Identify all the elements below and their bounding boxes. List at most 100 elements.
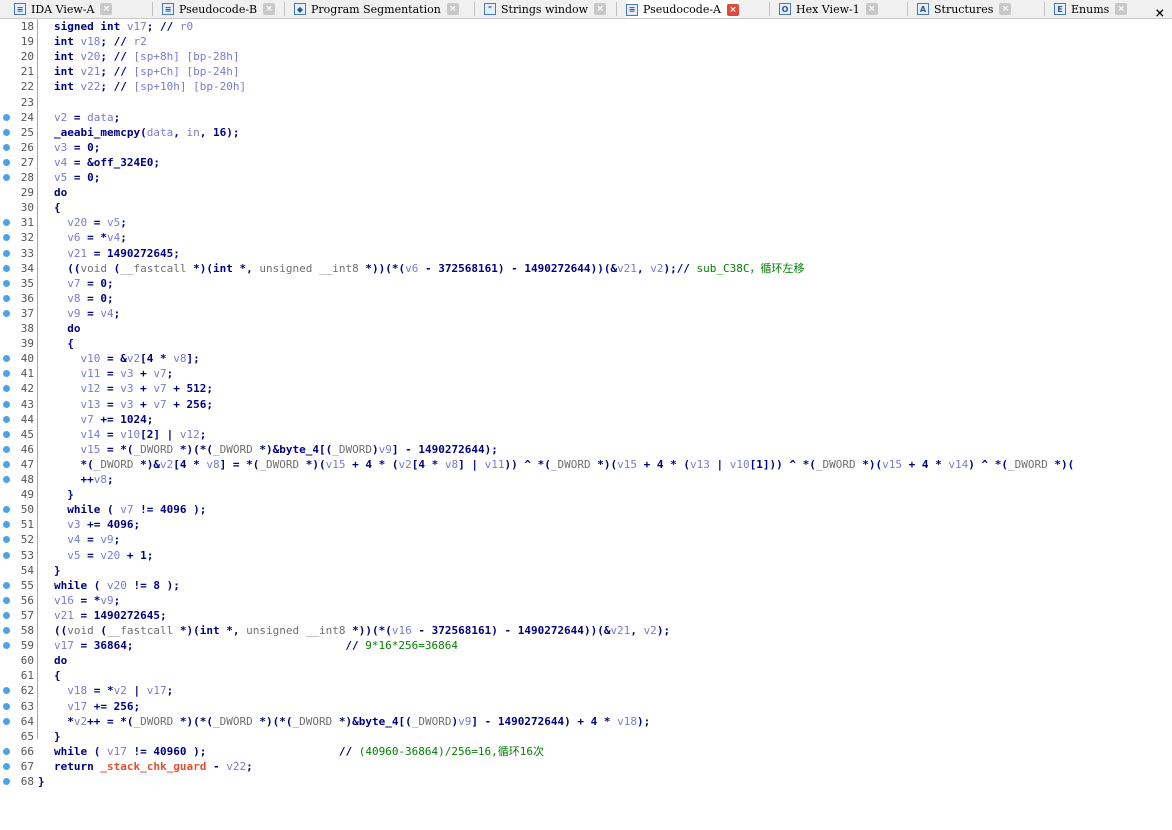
- pseudocode-view[interactable]: 18 signed int v17; // r0 19 int v18; // r2 2…: [0, 19, 1172, 830]
- close-icon[interactable]: ×: [1115, 3, 1128, 15]
- code-line[interactable]: 23: [0, 95, 1172, 110]
- tab-hex-view-1[interactable]: O Hex View-1 ×: [779, 0, 878, 18]
- tab-ida-view-a[interactable]: ≡ IDA View-A ×: [14, 0, 113, 18]
- code-line[interactable]: 48 ++v8;: [0, 472, 1172, 487]
- code-line[interactable]: 55 while ( v20 != 8 );: [0, 578, 1172, 593]
- code-line[interactable]: 26 v3 = 0;: [0, 140, 1172, 155]
- breakpoint-marker-icon[interactable]: [3, 400, 10, 408]
- code-line[interactable]: 46 v15 = *(_DWORD *)(*(_DWORD *)&byte_4[…: [0, 442, 1172, 457]
- code-line[interactable]: 45 v14 = v10[2] | v12;: [0, 427, 1172, 442]
- code-line[interactable]: 34 ((void (__fastcall *)(int *, unsigned…: [0, 261, 1172, 276]
- close-icon[interactable]: ×: [865, 3, 878, 15]
- breakpoint-marker-icon[interactable]: [3, 596, 10, 604]
- breakpoint-marker-icon[interactable]: [3, 687, 10, 695]
- breakpoint-marker-icon[interactable]: [3, 747, 10, 755]
- code-line[interactable]: 61 {: [0, 668, 1172, 683]
- code-line[interactable]: 29 do: [0, 185, 1172, 200]
- breakpoint-marker-icon[interactable]: [3, 234, 10, 242]
- code-line[interactable]: 54}: [0, 563, 1172, 578]
- breakpoint-marker-icon[interactable]: [3, 174, 10, 181]
- code-line[interactable]: 18 signed int v17; // r0: [0, 19, 1172, 34]
- code-line[interactable]: 35 v7 = 0;: [0, 276, 1172, 291]
- code-line[interactable]: 28 v5 = 0;: [0, 170, 1172, 185]
- breakpoint-marker-icon[interactable]: [3, 415, 10, 423]
- tab-program-segmentation[interactable]: ◆ Program Segmentation ×: [294, 0, 459, 18]
- code-line[interactable]: 62 v18 = *v2 | v17;: [0, 683, 1172, 698]
- code-line[interactable]: 63 v17 += 256;: [0, 699, 1172, 714]
- code-line[interactable]: 44 v7 += 1024;: [0, 412, 1172, 427]
- breakpoint-marker-icon[interactable]: [3, 294, 10, 302]
- code-line[interactable]: 27 v4 = &off_324E0;: [0, 155, 1172, 170]
- breakpoint-marker-icon[interactable]: [3, 113, 10, 121]
- breakpoint-marker-icon[interactable]: [3, 128, 10, 136]
- code-line[interactable]: 24 v2 = data;: [0, 110, 1172, 125]
- breakpoint-marker-icon[interactable]: [3, 536, 10, 544]
- code-line[interactable]: 19 int v18; // r2: [0, 34, 1172, 49]
- code-line[interactable]: 20 int v20; // [sp+8h] [bp-28h]: [0, 49, 1172, 64]
- code-line[interactable]: 65}: [0, 729, 1172, 744]
- code-line[interactable]: 33 v21 = 1490272645;: [0, 246, 1172, 261]
- breakpoint-marker-icon[interactable]: [3, 551, 10, 559]
- breakpoint-marker-icon[interactable]: [3, 143, 10, 151]
- code-line[interactable]: 68}: [0, 774, 1172, 789]
- code-line[interactable]: 50 while ( v7 != 4096 );: [0, 502, 1172, 517]
- breakpoint-marker-icon[interactable]: [3, 158, 10, 166]
- breakpoint-marker-icon[interactable]: [3, 264, 10, 272]
- code-line[interactable]: 66 while ( v17 != 40960 ); // (40960-3686…: [0, 744, 1172, 759]
- code-line[interactable]: 56 v16 = *v9;: [0, 593, 1172, 608]
- code-line[interactable]: 51 v3 += 4096;: [0, 517, 1172, 532]
- breakpoint-marker-icon[interactable]: [3, 445, 10, 453]
- close-icon[interactable]: ×: [999, 3, 1012, 15]
- breakpoint-marker-icon[interactable]: [3, 506, 10, 514]
- code-line[interactable]: 42 v12 = v3 + v7 + 512;: [0, 381, 1172, 396]
- tab-pseudocode-a[interactable]: ≡ Pseudocode-A ×: [626, 0, 740, 18]
- breakpoint-marker-icon[interactable]: [3, 385, 10, 393]
- close-icon[interactable]: ×: [100, 3, 113, 15]
- code-line[interactable]: 41 v11 = v3 + v7;: [0, 366, 1172, 381]
- code-line[interactable]: 21 int v21; // [sp+Ch] [bp-24h]: [0, 64, 1172, 79]
- breakpoint-marker-icon[interactable]: [3, 581, 10, 589]
- breakpoint-marker-icon[interactable]: [3, 460, 10, 468]
- code-line[interactable]: 38 do: [0, 321, 1172, 336]
- breakpoint-marker-icon[interactable]: [3, 778, 10, 785]
- code-line[interactable]: 37 v9 = v4;: [0, 306, 1172, 321]
- breakpoint-marker-icon[interactable]: [3, 611, 10, 619]
- code-line[interactable]: 43 v13 = v3 + v7 + 256;: [0, 397, 1172, 412]
- tab-enums[interactable]: E Enums ×: [1054, 0, 1128, 18]
- code-line[interactable]: 30 {: [0, 200, 1172, 215]
- code-line[interactable]: 36 v8 = 0;: [0, 291, 1172, 306]
- breakpoint-marker-icon[interactable]: [3, 249, 10, 257]
- tab-strings-window[interactable]: " Strings window ×: [484, 0, 607, 18]
- breakpoint-marker-icon[interactable]: [3, 355, 10, 363]
- breakpoint-marker-icon[interactable]: [3, 476, 10, 483]
- code-line[interactable]: 25 _aeabi_memcpy(data, in, 16);: [0, 125, 1172, 140]
- close-icon[interactable]: ×: [446, 3, 459, 15]
- code-line[interactable]: 57 v21 = 1490272645;: [0, 608, 1172, 623]
- breakpoint-marker-icon[interactable]: [3, 521, 10, 529]
- code-line[interactable]: 49 }: [0, 487, 1172, 502]
- breakpoint-marker-icon[interactable]: [3, 627, 10, 634]
- code-line[interactable]: 59 v17 = 36864; // 9*16*256=36864: [0, 638, 1172, 653]
- close-icon[interactable]: ×: [1155, 3, 1165, 18]
- close-icon[interactable]: ×: [727, 3, 740, 16]
- breakpoint-marker-icon[interactable]: [3, 702, 10, 710]
- close-icon[interactable]: ×: [594, 3, 607, 15]
- code-line[interactable]: 47 *(_DWORD *)&v2[4 * v8] = *(_DWORD *)(…: [0, 457, 1172, 472]
- tab-pseudocode-b[interactable]: ≡ Pseudocode-B ×: [162, 0, 276, 18]
- breakpoint-marker-icon[interactable]: [3, 762, 10, 770]
- breakpoint-marker-icon[interactable]: [3, 717, 10, 725]
- breakpoint-marker-icon[interactable]: [3, 642, 10, 650]
- breakpoint-marker-icon[interactable]: [3, 279, 10, 287]
- code-line[interactable]: 64 *v2++ = *(_DWORD *)(*(_DWORD *)(*(_DW…: [0, 714, 1172, 729]
- breakpoint-marker-icon[interactable]: [3, 430, 10, 438]
- code-line[interactable]: 60 do: [0, 653, 1172, 668]
- code-line[interactable]: 40 v10 = &v2[4 * v8];: [0, 351, 1172, 366]
- code-line[interactable]: 58 ((void (__fastcall *)(int *, unsigned …: [0, 623, 1172, 638]
- code-line[interactable]: 32 v6 = *v4;: [0, 230, 1172, 245]
- code-line[interactable]: 53 v5 = v20 + 1;: [0, 548, 1172, 563]
- close-icon[interactable]: ×: [263, 3, 276, 15]
- code-line[interactable]: 52 v4 = v9;: [0, 532, 1172, 547]
- code-line[interactable]: 22 int v22; // [sp+10h] [bp-20h]: [0, 79, 1172, 94]
- breakpoint-marker-icon[interactable]: [3, 309, 10, 317]
- code-line[interactable]: 31 v20 = v5;: [0, 215, 1172, 230]
